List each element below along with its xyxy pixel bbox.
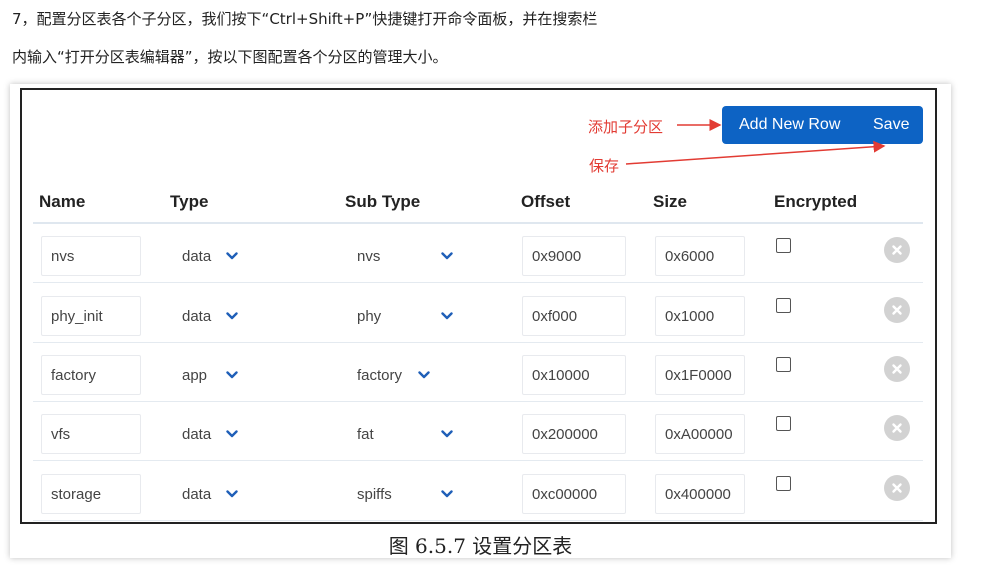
partition-subtype-select[interactable]: fat (357, 414, 374, 454)
partition-row: storage data spiffs 0xc00000 0x400000 (33, 462, 923, 521)
delete-row-icon[interactable] (884, 297, 910, 323)
column-header-encrypted: Encrypted (774, 192, 858, 211)
chevron-down-icon[interactable] (226, 355, 238, 395)
partition-type-select[interactable]: data (182, 414, 211, 454)
partition-name-input[interactable]: phy_init (41, 296, 141, 336)
row-divider (33, 520, 923, 521)
column-header-subtype: Sub Type (345, 192, 421, 211)
partition-type-select[interactable]: data (182, 296, 211, 336)
chevron-down-icon[interactable] (226, 296, 238, 336)
add-new-row-button[interactable]: Add New Row (739, 116, 840, 134)
chevron-down-icon[interactable] (441, 296, 453, 336)
partition-offset-input[interactable]: 0x10000 (522, 355, 626, 395)
column-header-type: Type (170, 192, 209, 211)
chevron-down-icon[interactable] (226, 474, 238, 514)
instruction-line-1: 7，配置分区表各个子分区，我们按下“Ctrl+Shift+P”快捷键打开命令面板… (12, 10, 598, 28)
partition-name-input[interactable]: vfs (41, 414, 141, 454)
delete-row-icon[interactable] (884, 237, 910, 263)
partition-subtype-select[interactable]: nvs (357, 236, 380, 276)
delete-row-icon[interactable] (884, 475, 910, 501)
chevron-down-icon[interactable] (441, 474, 453, 514)
encrypted-checkbox[interactable] (776, 238, 791, 253)
partition-size-input[interactable]: 0x1000 (655, 296, 745, 336)
delete-row-icon[interactable] (884, 356, 910, 382)
chevron-down-icon[interactable] (441, 236, 453, 276)
column-header-offset: Offset (521, 192, 571, 211)
partition-size-input[interactable]: 0x1F0000 (655, 355, 745, 395)
partition-size-input[interactable]: 0xA00000 (655, 414, 745, 454)
encrypted-checkbox[interactable] (776, 476, 791, 491)
partition-row: nvs data nvs 0x9000 0x6000 (33, 224, 923, 283)
partition-offset-input[interactable]: 0xf000 (522, 296, 626, 336)
partition-type-select[interactable]: app (182, 355, 207, 395)
partition-size-input[interactable]: 0x400000 (655, 474, 745, 514)
instruction-line-2: 内输入“打开分区表编辑器”，按以下图配置各个分区的管理大小。 (12, 48, 448, 66)
partition-name-input[interactable]: nvs (41, 236, 141, 276)
partition-size-input[interactable]: 0x6000 (655, 236, 745, 276)
partition-type-select[interactable]: data (182, 236, 211, 276)
partition-type-select[interactable]: data (182, 474, 211, 514)
partition-subtype-select[interactable]: phy (357, 296, 381, 336)
annotation-save: 保存 (589, 157, 620, 175)
partition-offset-input[interactable]: 0x200000 (522, 414, 626, 454)
partition-offset-input[interactable]: 0xc00000 (522, 474, 626, 514)
partition-row: factory app factory 0x10000 0x1F0000 (33, 343, 923, 402)
chevron-down-icon[interactable] (418, 355, 430, 395)
partition-row: phy_init data phy 0xf000 0x1000 (33, 284, 923, 343)
partition-row: vfs data fat 0x200000 0xA00000 (33, 402, 923, 461)
encrypted-checkbox[interactable] (776, 357, 791, 372)
figure-caption: 图 6.5.7 设置分区表 (0, 530, 991, 559)
chevron-down-icon[interactable] (226, 414, 238, 454)
annotation-add-subpartition: 添加子分区 (588, 118, 664, 136)
partition-name-input[interactable]: factory (41, 355, 141, 395)
partition-subtype-select[interactable]: factory (357, 355, 402, 395)
partition-offset-input[interactable]: 0x9000 (522, 236, 626, 276)
column-header-name: Name (39, 192, 86, 211)
chevron-down-icon[interactable] (441, 414, 453, 454)
delete-row-icon[interactable] (884, 415, 910, 441)
partition-name-input[interactable]: storage (41, 474, 141, 514)
encrypted-checkbox[interactable] (776, 416, 791, 431)
editor-toolbar: Add New Row Save (722, 106, 923, 144)
save-button[interactable]: Save (873, 116, 909, 134)
chevron-down-icon[interactable] (226, 236, 238, 276)
column-header-size: Size (653, 192, 688, 211)
partition-subtype-select[interactable]: spiffs (357, 474, 392, 514)
figure-caption-text: 图 6.5.7 设置分区表 (388, 534, 573, 558)
encrypted-checkbox[interactable] (776, 298, 791, 313)
row-divider (33, 282, 923, 283)
row-divider (33, 460, 923, 461)
